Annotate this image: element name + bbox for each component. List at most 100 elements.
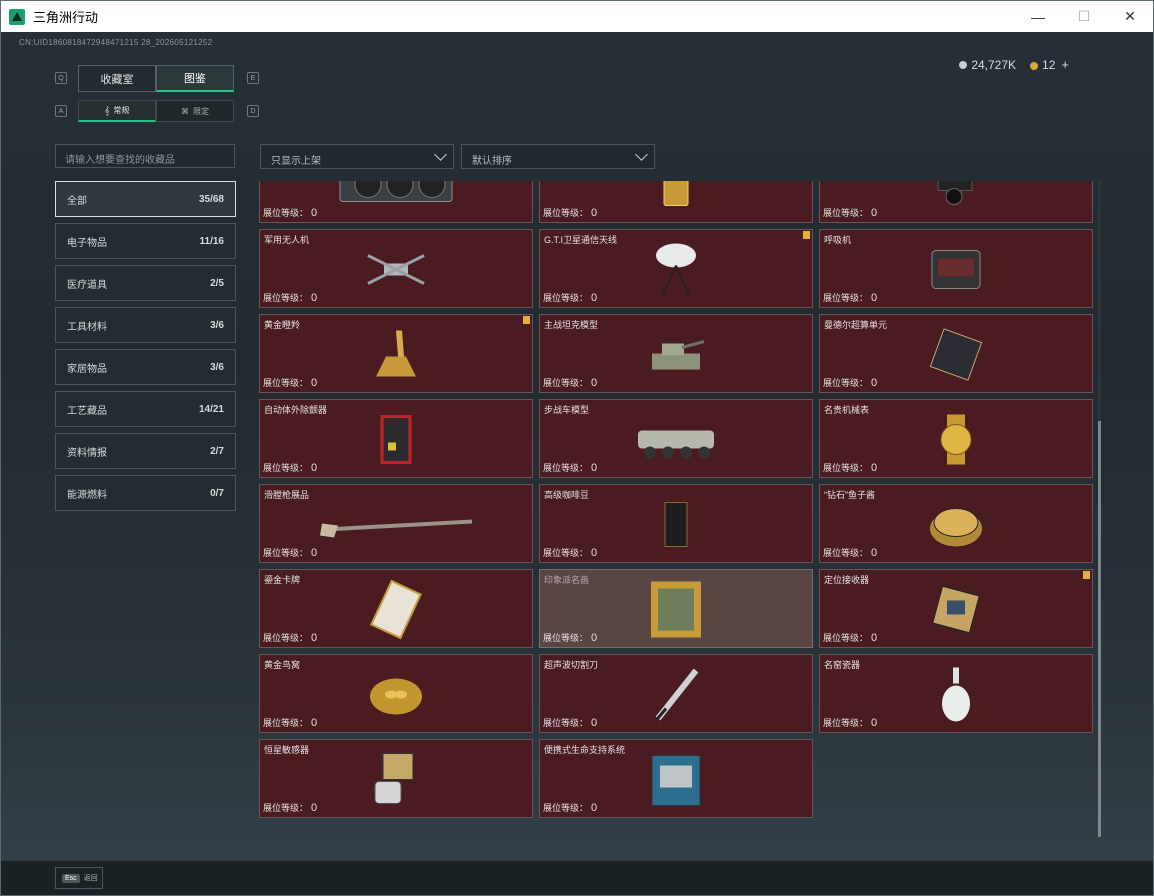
showcase-level: 展位等级： 0 [263,462,318,474]
collection-grid: 展位等级： 0 展位等级： 0 展位等级： 0 军用无人机 展位等级： 0 G.T.I卫星通信天线… [259,181,1093,818]
search-input[interactable]: 请输入想要查找的收藏品 [55,144,235,168]
category-count: 3/6 [210,361,224,373]
category-count: 0/7 [210,487,224,499]
close-button[interactable]: ✕ [1107,1,1153,32]
category-item[interactable]: 工具材料 3/6 [55,307,236,343]
collection-card[interactable]: 自动体外除颤器 展位等级： 0 [259,399,533,478]
showcase-level: 展位等级： 0 [543,802,598,814]
shelf-filter-dropdown[interactable]: 只显示上架 [260,144,454,169]
item-name: 自动体外除颤器 [264,405,328,415]
category-item[interactable]: 工艺藏品 14/21 [55,391,236,427]
supercomputer-unit-icon [928,328,984,386]
watch-icon [933,413,979,472]
item-name: 滑膛枪展品 [264,490,310,500]
collection-card[interactable]: 呼吸机 展位等级： 0 [819,229,1093,308]
item-name: 黄金鸟窝 [264,660,301,670]
scrollbar-thumb[interactable] [1098,421,1101,837]
showcase-level: 展位等级： 0 [823,717,878,729]
collection-card[interactable]: 超声波切割刀 展位等级： 0 [539,654,813,733]
collection-card[interactable]: 步战车模型 展位等级： 0 [539,399,813,478]
alert-badge-icon [1083,571,1090,579]
key-hint-d: D [247,105,259,117]
collection-card[interactable]: 展位等级： 0 [259,181,533,223]
category-item[interactable]: 能源燃料 0/7 [55,475,236,511]
showcase-level: 展位等级： 0 [543,717,598,729]
gold-coin-icon [1030,61,1039,70]
showcase-level: 展位等级： 0 [543,632,598,644]
item-name: 曼德尔超算单元 [824,320,888,330]
category-count: 3/6 [210,319,224,331]
tab-collection-room[interactable]: 收藏室 [78,65,156,92]
item-name: 高级咖啡豆 [544,490,590,500]
locator-receiver-icon [927,583,985,642]
key-hint-q: Q [55,72,67,84]
tab-catalog[interactable]: 图鉴 [156,65,234,92]
sort-dropdown[interactable]: 默认排序 [461,144,655,169]
item-name: 主战坦克模型 [544,320,599,330]
category-item[interactable]: 医疗道具 2/5 [55,265,236,301]
subtab-regular[interactable]: 𝄞 常规 [78,100,156,122]
category-count: 14/21 [198,403,224,415]
collection-card[interactable]: 黄金鸟窝 展位等级： 0 [259,654,533,733]
collection-card[interactable]: 军用无人机 展位等级： 0 [259,229,533,308]
collection-card[interactable]: 展位等级： 0 [819,181,1093,223]
subtab-limited[interactable]: ⌘ 限定 [156,100,234,122]
category-count: 11/16 [199,235,224,247]
ultrasonic-cutter-icon [648,665,704,730]
porcelain-vase-icon [938,664,974,731]
collection-card[interactable]: 恒星敏感器 展位等级： 0 [259,739,533,818]
collection-card[interactable]: 曼德尔超算单元 展位等级： 0 [819,314,1093,393]
category-item[interactable]: 全部 35/68 [55,181,236,217]
title-bar: 三角洲行动 — ☐ ✕ [1,1,1153,32]
ventilator-icon [928,247,984,298]
item-name: 黄金瞪羚 [264,320,301,330]
collection-card[interactable]: 展位等级： 0 [539,181,813,223]
key-hint-e: E [247,72,259,84]
gilded-card-icon [368,579,424,645]
collection-card[interactable]: 名贵机械表 展位等级： 0 [819,399,1093,478]
category-label: 资料情报 [67,447,107,459]
maximize-button[interactable]: ☐ [1061,1,1107,32]
collection-card[interactable]: “钻石”鱼子酱 展位等级： 0 [819,484,1093,563]
item-name: 恒星敏感器 [264,745,310,755]
category-item[interactable]: 电子物品 11/16 [55,223,236,259]
back-button[interactable]: Esc 返回 [55,867,103,889]
star-sensor-icon [369,750,423,815]
collection-card[interactable]: 定位接收器 展位等级： 0 [819,569,1093,648]
collection-card[interactable]: 滑膛枪展品展位等级： 0 [259,484,533,563]
category-item[interactable]: 家居物品 3/6 [55,349,236,385]
window-title: 三角洲行动 [33,10,99,25]
silver-coin-icon [959,61,968,70]
showcase-level: 展位等级： 0 [263,292,318,304]
category-count: 2/7 [210,445,224,457]
collection-card[interactable]: G.T.I卫星通信天线 展位等级： 0 [539,229,813,308]
item-name: G.T.I卫星通信天线 [544,235,618,245]
collection-card[interactable]: 主战坦克模型 展位等级： 0 [539,314,813,393]
minimize-button[interactable]: — [1015,1,1061,32]
collection-card[interactable]: 印象派名画 展位等级： 0 [539,569,813,648]
collection-card[interactable]: 黄金瞪羚 展位等级： 0 [259,314,533,393]
category-list: 全部 35/68 电子物品 11/16 医疗道具 2/5 工具材料 3/6 家居物品 3/6 工艺藏… [55,181,236,517]
category-item[interactable]: 资料情报 2/7 [55,433,236,469]
collection-grid-viewport: 展位等级： 0 展位等级： 0 展位等级： 0 军用无人机 展位等级： 0 G.T.I卫星通信天线… [259,181,1099,837]
app-window: 三角洲行动 — ☐ ✕ CN:UID1860818472948471215 28… [0,0,1154,896]
item-name: 超声波切割刀 [544,660,599,670]
bottom-bar [1,861,1153,895]
add-currency-button[interactable]: + [1061,57,1069,72]
collection-card[interactable]: 鎏金卡牌 展位等级： 0 [259,569,533,648]
alert-badge-icon [803,231,810,239]
showcase-level: 展位等级： 0 [263,632,318,644]
painting-icon [648,579,704,646]
showcase-level: 展位等级： 0 [263,547,318,559]
collection-card[interactable]: 便携式生命支持系统 展位等级： 0 [539,739,813,818]
collection-card[interactable]: 名窑瓷器 展位等级： 0 [819,654,1093,733]
chevron-down-icon [434,148,447,161]
item-name: 呼吸机 [824,235,852,245]
user-id-label: CN:UID1860818472948471215 28_20260512125… [19,38,213,47]
gold-currency[interactable]: 12 + [1030,57,1069,72]
collection-card[interactable]: 高级咖啡豆 展位等级： 0 [539,484,813,563]
camera-gimbal-icon [926,181,986,212]
sub-tabs: 𝄞 常规 ⌘ 限定 [78,100,234,122]
item-name: 便携式生命支持系统 [544,745,626,755]
showcase-level: 展位等级： 0 [823,632,878,644]
